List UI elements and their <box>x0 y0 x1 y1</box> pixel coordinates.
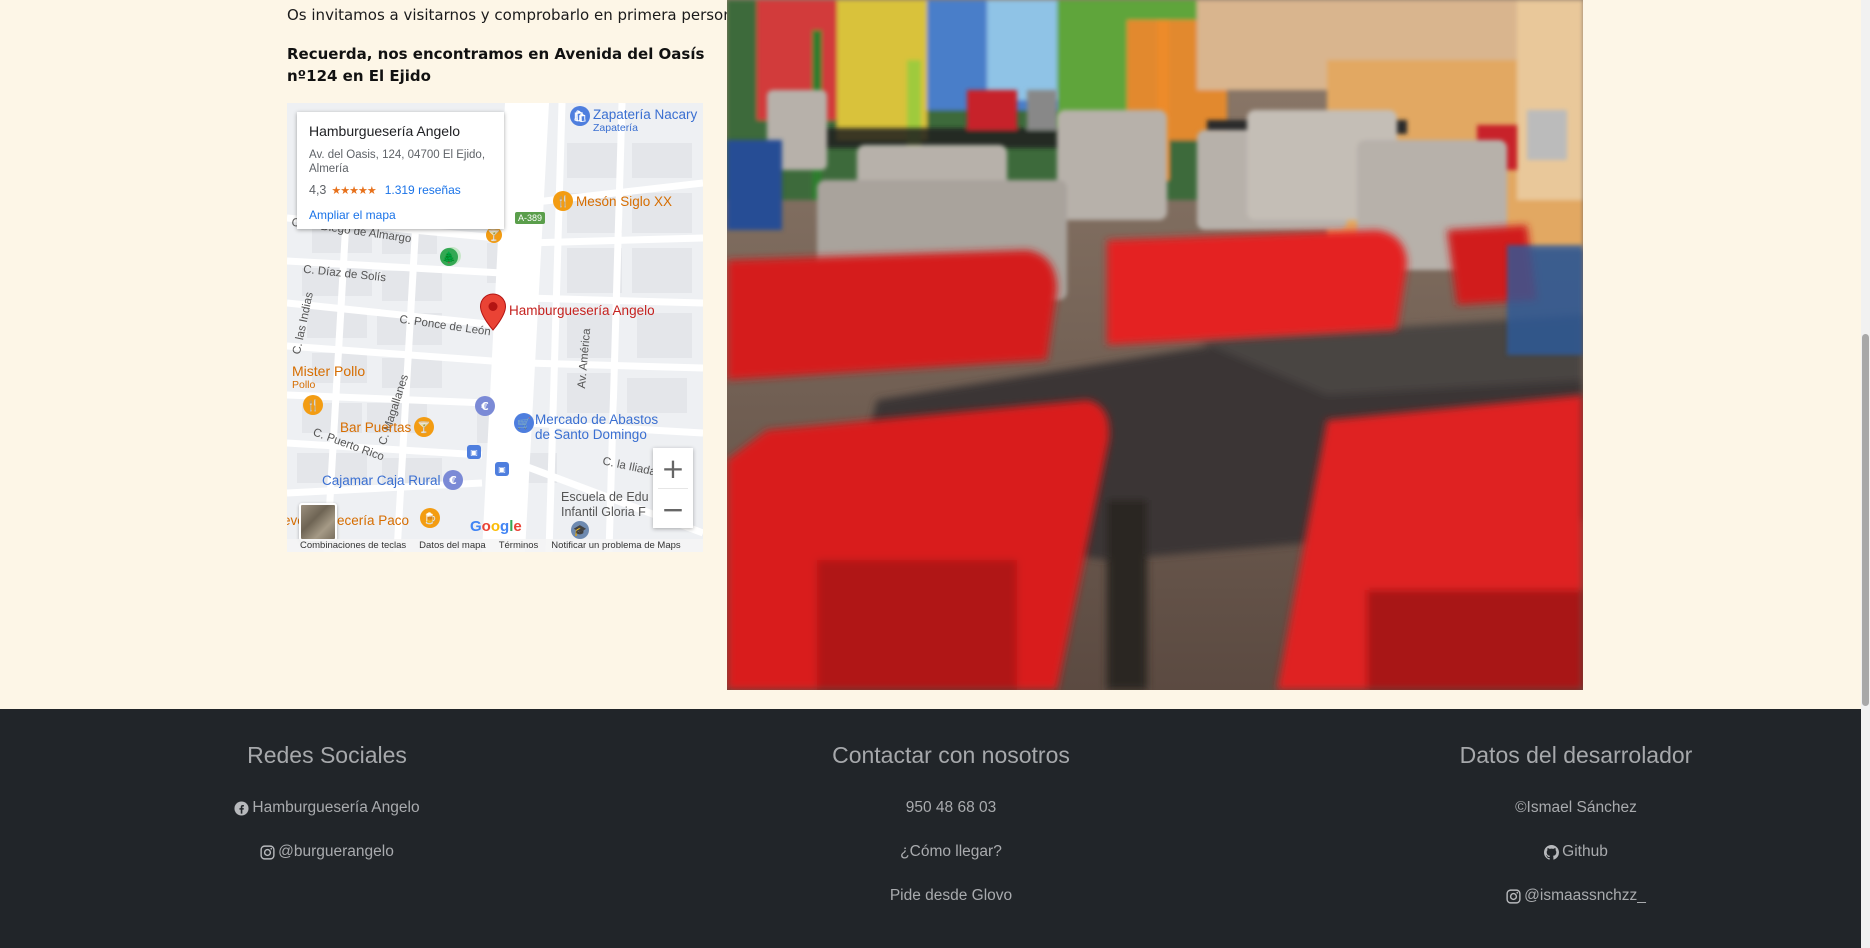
reviews-link[interactable]: 1.319 reseñas <box>385 183 461 197</box>
intro-paragraph: Os invitamos a visitarnos y comprobarlo … <box>287 6 747 24</box>
footer-contact-title: Contactar con nosotros <box>832 742 1070 768</box>
bar-icon[interactable]: 🍸 <box>486 227 502 243</box>
facebook-link[interactable]: Hamburguesería Angelo <box>77 799 577 817</box>
facebook-label: Hamburguesería Angelo <box>252 799 420 816</box>
map-footer-link-data[interactable]: Datos del mapa <box>419 540 486 551</box>
google-map-embed[interactable]: A-389 🛍 Zapatería Nacary Zapatería 🍴 Mes… <box>287 103 703 552</box>
place-address: Av. del Oasis, 124, 04700 El Ejido, Alme… <box>309 149 486 175</box>
poi-bar-puertas[interactable]: Bar Puertas <box>340 420 411 435</box>
github-icon <box>1544 844 1560 860</box>
map-footer-link-terms[interactable]: Términos <box>499 540 539 551</box>
poi-mercado-2: de Santo Domingo <box>535 427 647 442</box>
poi-mercado[interactable]: Mercado de Abastos <box>535 412 658 427</box>
poi-angelo[interactable]: Hamburguesería Angelo <box>509 303 655 318</box>
footer-social-title: Redes Sociales <box>247 742 407 768</box>
directions-link[interactable]: ¿Cómo llegar? <box>701 843 1201 861</box>
phone-link[interactable]: 950 48 68 03 <box>701 799 1201 817</box>
bus-stop-icon[interactable]: ▣ <box>495 462 509 476</box>
shopping-cart-icon[interactable]: 🛒 <box>514 413 534 433</box>
zoom-out-button[interactable]: − <box>653 489 693 529</box>
main-content: Os invitamos a visitarnos y comprobarlo … <box>0 0 1870 709</box>
developer-name: ©Ismael Sánchez <box>1515 799 1637 816</box>
rating-stars-icon: ★★★★★ <box>331 184 376 197</box>
poi-meson[interactable]: Mesón Siglo XX <box>576 194 672 209</box>
scrollbar-thumb[interactable] <box>1862 334 1869 706</box>
bus-stop-icon[interactable]: ▣ <box>467 445 481 459</box>
enlarge-map-link[interactable]: Ampliar el mapa <box>309 208 492 222</box>
poi-mister-pollo[interactable]: Mister Pollo <box>292 363 365 379</box>
bank-icon[interactable]: € <box>443 470 463 490</box>
map-attribution-bar: Combinaciones de teclas Datos del mapa T… <box>287 539 703 552</box>
github-link[interactable]: Github <box>1326 843 1826 861</box>
footer-developer-title: Datos del desarrolador <box>1459 742 1693 768</box>
shopping-bag-icon[interactable]: 🛍 <box>570 106 590 126</box>
poi-escuela[interactable]: Escuela de Edu <box>561 490 649 504</box>
place-name: Hamburguesería Angelo <box>309 123 460 139</box>
google-logo: Google <box>470 518 522 535</box>
instagram-icon <box>260 844 275 860</box>
address-paragraph: Recuerda, nos encontramos en Avenida del… <box>287 45 705 85</box>
restaurant-photo-illustration <box>727 0 1583 690</box>
facebook-icon <box>234 800 249 816</box>
developer-instagram-link[interactable]: @ismaassnchzz_ <box>1326 887 1826 905</box>
beer-icon[interactable]: 🍺 <box>420 508 440 528</box>
page-scrollbar[interactable] <box>1861 0 1870 948</box>
bank-icon[interactable]: € <box>475 396 495 416</box>
glovo-link[interactable]: Pide desde Glovo <box>701 887 1201 905</box>
map-footer-link-shortcuts[interactable]: Combinaciones de teclas <box>300 540 406 551</box>
road-badge: A-389 <box>515 212 546 224</box>
restaurant-interior-photo <box>727 0 1583 690</box>
restaurant-icon[interactable]: 🍴 <box>303 395 323 415</box>
developer-instagram-label: @ismaassnchzz_ <box>1524 887 1646 904</box>
place-info-card: Hamburguesería Angelo Av. del Oasis, 124… <box>297 112 504 229</box>
poi-mister-pollo-sub: Pollo <box>292 379 316 391</box>
github-label: Github <box>1562 843 1608 860</box>
school-icon[interactable]: 🎓 <box>571 521 589 539</box>
poi-zapateria[interactable]: Zapatería Nacary <box>593 107 697 122</box>
poi-zapateria-sub: Zapatería <box>593 122 638 134</box>
instagram-label: @burguerangelo <box>278 843 394 860</box>
bar-icon[interactable]: 🍸 <box>414 417 434 437</box>
map-footer-link-report[interactable]: Notificar un problema de Maps <box>551 540 680 551</box>
poi-escuela-2: Infantil Gloria F <box>561 505 646 519</box>
poi-cajamar[interactable]: Cajamar Caja Rural <box>322 473 441 488</box>
instagram-icon <box>1506 888 1521 904</box>
restaurant-icon[interactable]: 🍴 <box>553 191 573 211</box>
park-icon[interactable]: 🌲 <box>440 248 458 266</box>
zoom-in-button[interactable]: + <box>653 448 693 488</box>
zoom-control: + − <box>653 448 693 528</box>
place-rating-row: 4,3 ★★★★★ 1.319 reseñas <box>309 183 492 197</box>
site-footer: Redes Sociales Hamburguesería Angelo @bu… <box>0 709 1861 948</box>
rating-value: 4,3 <box>309 183 327 197</box>
satellite-toggle-button[interactable] <box>299 503 337 541</box>
instagram-link[interactable]: @burguerangelo <box>77 843 577 861</box>
